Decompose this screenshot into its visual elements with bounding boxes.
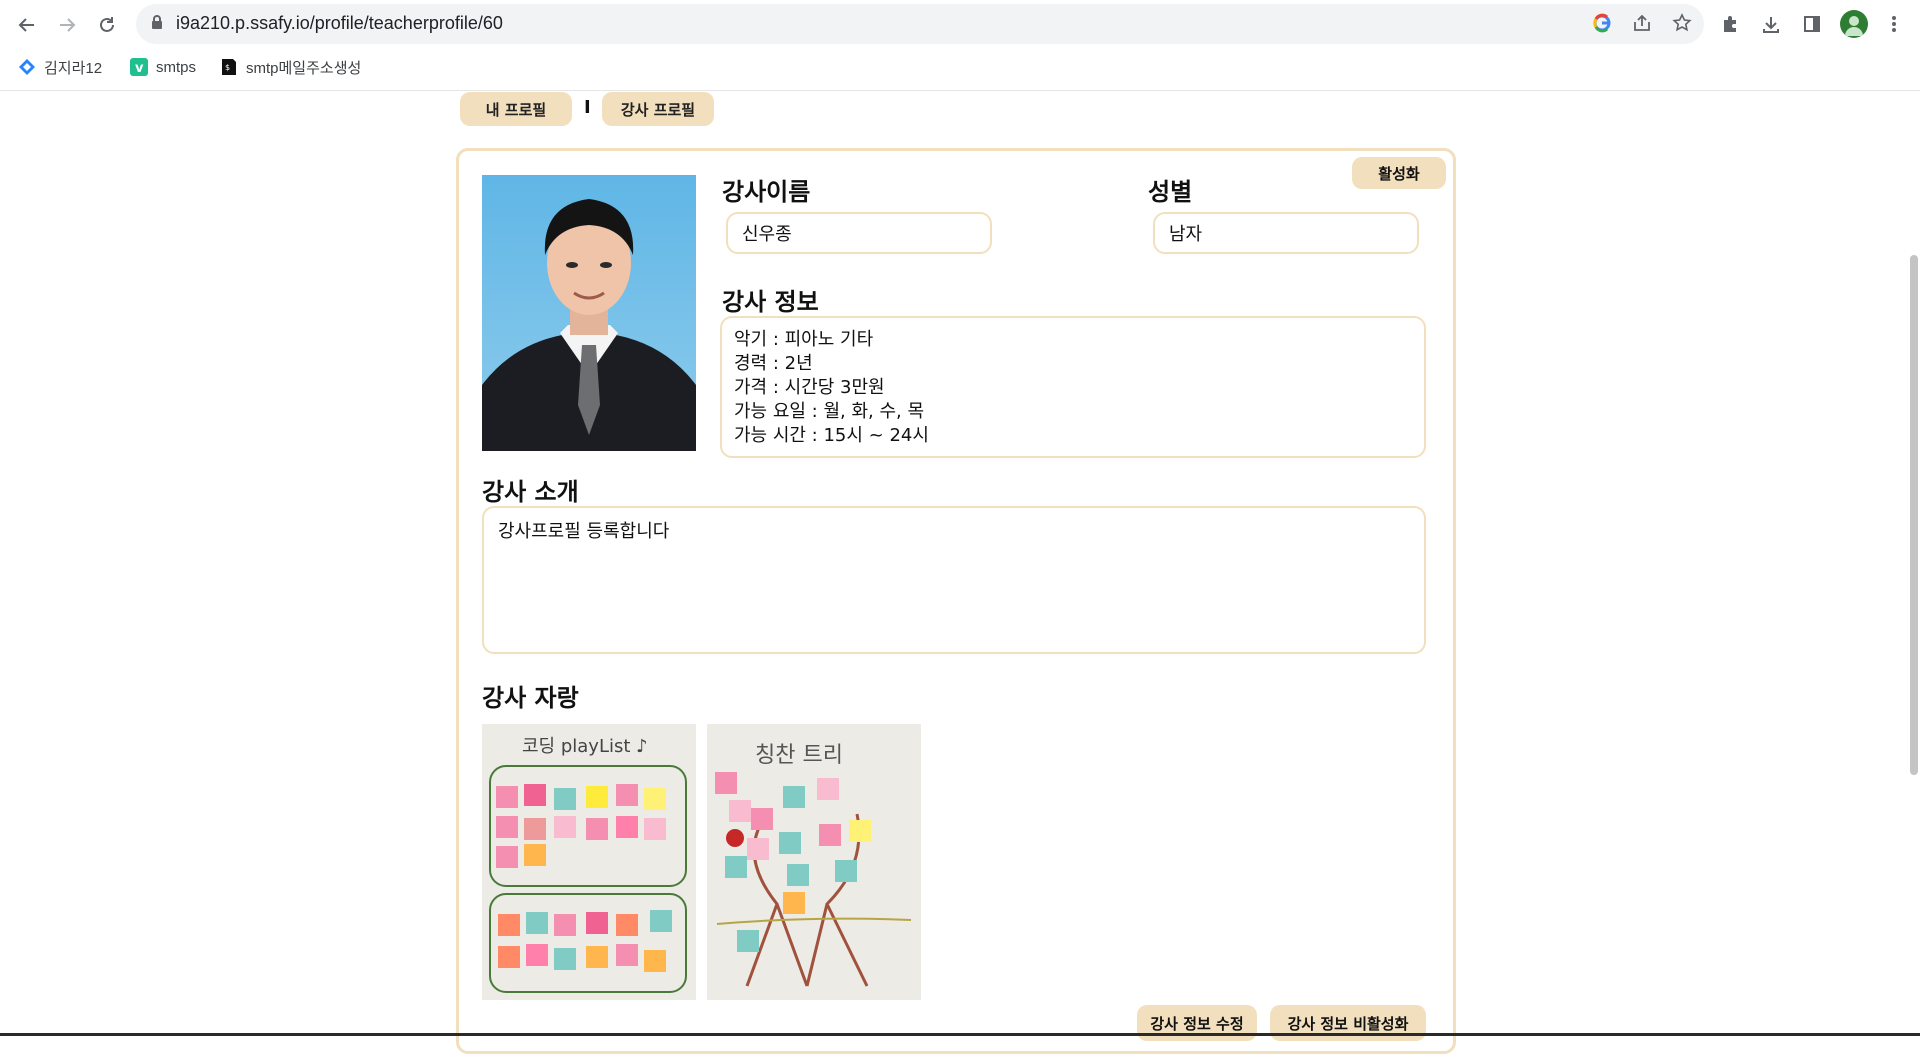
- download-icon[interactable]: [1759, 12, 1783, 36]
- tab-teacher-profile[interactable]: 강사 프로필: [602, 92, 714, 126]
- svg-text:$: $: [225, 63, 230, 72]
- share-icon[interactable]: [1631, 12, 1653, 34]
- info-line-price: 가격 : 시간당 3만원: [734, 377, 885, 398]
- back-icon[interactable]: [12, 10, 42, 40]
- info-line-hours: 가능 시간 : 15시 ~ 24시: [734, 425, 929, 446]
- extensions-icon[interactable]: [1718, 12, 1742, 36]
- browser-toolbar: i9a210.p.ssafy.io/profile/teacherprofile…: [0, 0, 1920, 91]
- mail-doc-icon: $: [222, 59, 236, 75]
- name-heading: 강사이름: [722, 178, 811, 206]
- name-field[interactable]: 신우종: [726, 212, 992, 254]
- url-text[interactable]: i9a210.p.ssafy.io/profile/teacherprofile…: [176, 13, 503, 34]
- reload-icon[interactable]: [92, 10, 122, 40]
- teacher-info-box[interactable]: 악기 : 피아노 기타 경력 : 2년 가격 : 시간당 3만원 가능 요일 :…: [720, 316, 1426, 458]
- bookmark-label: 김지라12: [44, 59, 103, 77]
- profile-avatar-icon[interactable]: [1840, 10, 1868, 38]
- scrollbar-thumb[interactable]: [1910, 255, 1918, 775]
- bookmark-smtp-mail[interactable]: $ smtp메일주소생성: [220, 56, 361, 78]
- info-line-days: 가능 요일 : 월, 화, 수, 목: [734, 401, 925, 422]
- gallery-art-text: 칭찬 트리: [755, 743, 843, 768]
- svg-text:v: v: [135, 61, 144, 76]
- info-line-instrument: 악기 : 피아노 기타: [734, 329, 874, 350]
- teacher-photo: [482, 175, 696, 451]
- bookmark-smtps[interactable]: v smtps: [130, 56, 196, 78]
- forward-icon[interactable]: [52, 10, 82, 40]
- tab-my-profile[interactable]: 내 프로필: [460, 92, 572, 126]
- bookmark-star-icon[interactable]: [1671, 12, 1693, 34]
- vercel-v-icon: v: [130, 58, 148, 76]
- gallery-image-praise-tree[interactable]: 칭찬 트리: [707, 724, 921, 1000]
- google-icon[interactable]: [1591, 12, 1613, 34]
- tab-separator: I: [584, 97, 591, 118]
- gallery-art-text: 코딩 playList ♪: [522, 736, 648, 757]
- lock-icon: [150, 14, 164, 34]
- menu-kebab-icon[interactable]: [1882, 12, 1906, 36]
- jira-icon: [19, 59, 35, 75]
- bookmark-label: smtps: [156, 58, 197, 76]
- info-line-career: 경력 : 2년: [734, 353, 813, 374]
- bookmark-label: smtp메일주소생성: [246, 59, 362, 77]
- side-panel-icon[interactable]: [1800, 12, 1824, 36]
- intro-heading: 강사 소개: [482, 478, 579, 506]
- gender-field[interactable]: 남자: [1153, 212, 1419, 254]
- activate-button[interactable]: 활성화: [1352, 157, 1446, 189]
- bookmark-jira[interactable]: 김지라12: [18, 56, 102, 78]
- gallery-image-coding-playlist[interactable]: 코딩 playList ♪: [482, 724, 696, 1000]
- info-heading: 강사 정보: [722, 288, 819, 316]
- gender-heading: 성별: [1148, 178, 1193, 206]
- intro-textarea[interactable]: 강사프로필 등록합니다: [482, 506, 1426, 654]
- gallery-heading: 강사 자랑: [482, 684, 579, 712]
